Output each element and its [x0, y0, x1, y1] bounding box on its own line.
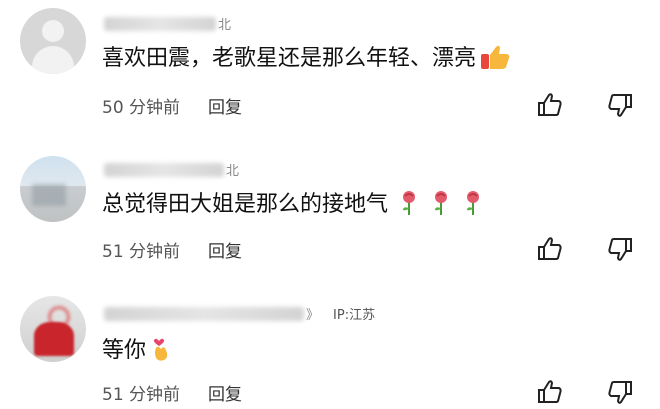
- dislike-icon[interactable]: [607, 236, 633, 262]
- like-icon[interactable]: [537, 92, 563, 118]
- finger-heart-emoji-icon: [150, 336, 172, 362]
- comment-text-content: 总觉得田大姐是那么的接地气: [102, 192, 389, 217]
- thumbs-up-emoji-icon: [480, 44, 510, 70]
- rose-emoji-icon: [398, 190, 420, 216]
- reply-button[interactable]: 回复: [208, 385, 242, 405]
- like-icon[interactable]: [537, 379, 563, 405]
- username-tail: 北: [218, 18, 232, 33]
- reply-button[interactable]: 回复: [208, 98, 242, 118]
- comment-text: 总觉得田大姐是那么的接地气: [102, 190, 484, 220]
- comment-text: 喜欢田震，老歌星还是那么年轻、漂亮: [102, 44, 510, 74]
- username[interactable]: 北: [104, 160, 239, 180]
- username[interactable]: 》 IP:江苏: [104, 304, 375, 324]
- comment-text-content: 等你: [102, 338, 147, 363]
- comment-meta: 51 分钟前 回复: [102, 380, 242, 405]
- like-icon[interactable]: [537, 236, 563, 262]
- username-tail: 北: [226, 164, 240, 179]
- avatar[interactable]: [20, 156, 86, 222]
- dislike-icon[interactable]: [607, 92, 633, 118]
- timestamp: 51 分钟前: [102, 242, 181, 262]
- comment-text-content: 喜欢田震，老歌星还是那么年轻、漂亮: [102, 46, 477, 71]
- comment-meta: 50 分钟前 回复: [102, 93, 242, 118]
- timestamp: 51 分钟前: [102, 385, 181, 405]
- avatar[interactable]: [20, 8, 86, 74]
- ip-location: IP:江苏: [333, 308, 376, 323]
- rose-emoji-icon: [462, 190, 484, 216]
- username-tail: 》: [306, 308, 320, 323]
- dislike-icon[interactable]: [607, 379, 633, 405]
- comment-text: 等你: [102, 336, 172, 366]
- avatar[interactable]: [20, 296, 86, 362]
- username[interactable]: 北: [104, 14, 231, 34]
- timestamp: 50 分钟前: [102, 98, 181, 118]
- rose-emoji-icon: [430, 190, 452, 216]
- reply-button[interactable]: 回复: [208, 242, 242, 262]
- comment-meta: 51 分钟前 回复: [102, 237, 242, 262]
